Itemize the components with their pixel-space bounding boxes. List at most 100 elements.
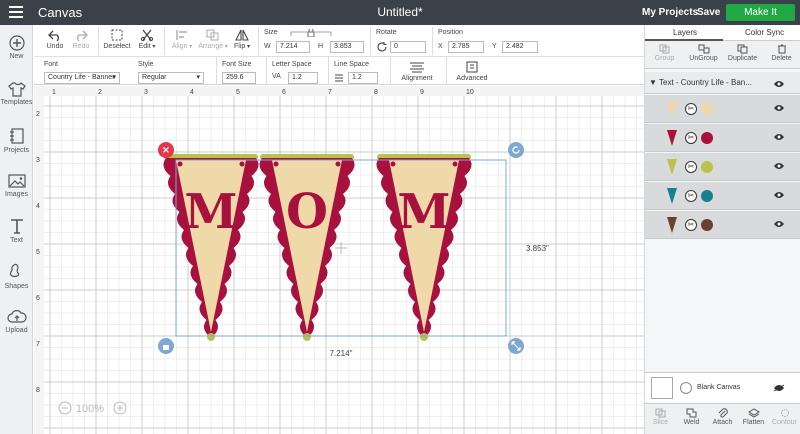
- projects-icon: [9, 128, 24, 144]
- layer-row[interactable]: ✂: [645, 211, 800, 239]
- text-align-icon: [410, 62, 424, 73]
- layer-color-swatch[interactable]: [701, 103, 713, 115]
- expand-arrow-icon[interactable]: ▼: [649, 78, 657, 87]
- duplicate-icon: [737, 44, 747, 54]
- cut-type-icon[interactable]: ✂: [685, 132, 697, 144]
- my-projects-link[interactable]: My Projects: [642, 7, 698, 18]
- paperclip-icon: [718, 408, 728, 418]
- attach-button[interactable]: Attach: [707, 408, 738, 426]
- edit-button[interactable]: Edit ▾: [136, 29, 158, 50]
- undo-icon: [48, 30, 59, 41]
- deselect-button[interactable]: Deselect: [102, 29, 132, 50]
- arrange-button[interactable]: Arrange ▾: [198, 29, 228, 50]
- alignment-button[interactable]: Alignment: [398, 61, 436, 82]
- layer-row[interactable]: ✂: [645, 124, 800, 152]
- eye-icon[interactable]: [773, 191, 785, 199]
- delete-button[interactable]: Delete: [762, 44, 800, 62]
- arrange-icon: [206, 29, 219, 41]
- font-size-field[interactable]: 259.6: [222, 72, 256, 84]
- ruler-tick-label: 4: [36, 203, 40, 210]
- sidebar-item-label: Text: [10, 237, 23, 244]
- layer-row[interactable]: ✂: [645, 182, 800, 210]
- ungroup-label: UnGroup: [689, 55, 718, 62]
- style-select[interactable]: Regular: [138, 72, 204, 84]
- layer-row[interactable]: ✂: [645, 95, 800, 123]
- ruler-tick-label: 5: [36, 249, 40, 256]
- tab-color-sync[interactable]: Color Sync: [745, 28, 784, 37]
- eye-icon[interactable]: [773, 162, 785, 170]
- toolbar-row-top: Undo Redo Deselect Edit ▾ Align ▾ Arrang…: [34, 25, 644, 57]
- pennant-letter: M: [184, 184, 237, 240]
- sidebar-item-label: Templates: [0, 99, 33, 106]
- y-position-field[interactable]: 2.482: [502, 41, 538, 53]
- flip-label: Flip: [234, 43, 246, 50]
- layer-color-swatch[interactable]: [701, 219, 713, 231]
- slice-button[interactable]: Slice: [645, 408, 676, 426]
- letter-space-field[interactable]: 1.2: [288, 72, 318, 84]
- slice-icon: [655, 408, 665, 418]
- layer-row[interactable]: ✂: [645, 153, 800, 181]
- weld-button[interactable]: Weld: [676, 408, 707, 426]
- cut-type-icon[interactable]: ✂: [685, 219, 697, 231]
- cut-type-icon[interactable]: ✂: [685, 161, 697, 173]
- contour-button[interactable]: Contour: [769, 408, 800, 426]
- sidebar-item-new[interactable]: New: [0, 35, 33, 60]
- eye-icon[interactable]: [773, 220, 785, 228]
- sidebar-item-label: Images: [5, 191, 28, 198]
- flip-icon: [235, 29, 249, 41]
- sidebar-item-upload[interactable]: Upload: [0, 309, 33, 334]
- layer-color-swatch[interactable]: [701, 161, 713, 173]
- pennant-tip: [420, 333, 428, 341]
- advanced-button[interactable]: Advanced: [452, 61, 492, 82]
- make-it-button[interactable]: Make It: [726, 4, 795, 21]
- toolbar-divider: [370, 27, 371, 55]
- slice-label: Slice: [652, 419, 669, 426]
- align-button[interactable]: Align ▾: [168, 29, 196, 50]
- rotate-field[interactable]: 0: [390, 41, 426, 53]
- eye-icon[interactable]: [773, 104, 785, 112]
- pennant-letter: M: [397, 184, 450, 240]
- cut-type-icon[interactable]: ✂: [685, 190, 697, 202]
- redo-button[interactable]: Redo: [70, 29, 92, 50]
- duplicate-label: Duplicate: [727, 55, 758, 62]
- pennant-shape-icon: [667, 130, 677, 146]
- pennant-hole: [390, 161, 396, 167]
- flip-button[interactable]: Flip ▾: [232, 29, 252, 50]
- layer-actions: Group UnGroup Duplicate Delete: [645, 41, 800, 69]
- blank-canvas-row: Blank Canvas: [645, 372, 800, 402]
- ungroup-button[interactable]: UnGroup: [684, 44, 723, 62]
- sidebar-item-projects[interactable]: Projects: [0, 127, 33, 154]
- align-label: Align: [171, 43, 188, 50]
- eye-icon[interactable]: [773, 80, 785, 88]
- font-select[interactable]: Country Life - Banner: [44, 72, 120, 84]
- layer-group-header[interactable]: ▼ Text - Country Life - Ban...: [645, 72, 800, 94]
- advanced-label: Advanced: [456, 75, 488, 82]
- blank-canvas-swatch[interactable]: [651, 377, 673, 399]
- cut-type-icon[interactable]: ✂: [685, 103, 697, 115]
- canvas-color-circle[interactable]: [680, 382, 692, 394]
- x-position-field[interactable]: 2.785: [448, 41, 484, 53]
- width-field[interactable]: 7.214: [276, 41, 310, 53]
- group-button[interactable]: Group: [645, 44, 684, 62]
- redo-label: Redo: [72, 43, 90, 50]
- sidebar-item-images[interactable]: Images: [0, 173, 33, 198]
- position-label: Position: [438, 29, 463, 36]
- undo-button[interactable]: Undo: [44, 29, 66, 50]
- lock-icon[interactable]: [290, 29, 332, 37]
- sidebar-item-templates[interactable]: Templates: [0, 81, 33, 106]
- sidebar-item-shapes[interactable]: Shapes: [0, 263, 33, 290]
- layer-color-swatch[interactable]: [701, 132, 713, 144]
- flatten-button[interactable]: Flatten: [738, 408, 769, 426]
- sidebar-item-text[interactable]: Text: [0, 217, 33, 244]
- layer-color-swatch[interactable]: [701, 190, 713, 202]
- rotate-handle[interactable]: [508, 142, 524, 158]
- eye-hidden-icon[interactable]: [773, 384, 785, 392]
- height-field[interactable]: 3.853: [330, 41, 364, 53]
- design-canvas[interactable]: 1 2 3 4 5 6 7 8 9 10 2 3 4 5 6 7 8 M O M × 7.214" 3.853" 100%: [34, 86, 644, 434]
- tab-layers[interactable]: Layers: [673, 28, 697, 37]
- ruler-tick-label: 1: [52, 89, 56, 96]
- line-space-field[interactable]: 1.2: [348, 72, 378, 84]
- duplicate-button[interactable]: Duplicate: [723, 44, 762, 62]
- save-button[interactable]: Save: [697, 7, 720, 18]
- eye-icon[interactable]: [773, 133, 785, 141]
